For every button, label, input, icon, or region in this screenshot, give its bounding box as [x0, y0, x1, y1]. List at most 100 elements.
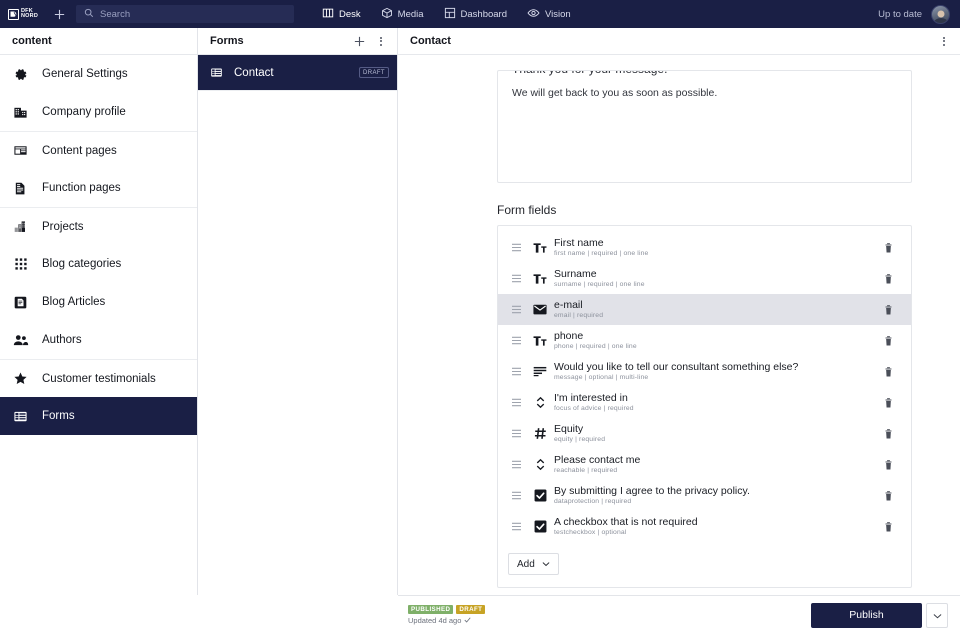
table-row[interactable]: A checkbox that is not required testchec…: [498, 511, 911, 542]
publish-button[interactable]: Publish: [811, 603, 922, 628]
kebab-menu-icon: [380, 37, 382, 46]
field-sublabel: reachable | required: [554, 466, 877, 475]
kebab-menu-icon: [943, 37, 945, 46]
checkbox-icon: [526, 489, 554, 502]
forms-icon: [12, 409, 29, 424]
delete-field-icon[interactable]: [877, 243, 899, 253]
field-sublabel: focus of advice | required: [554, 404, 877, 413]
tab-dashboard-label: Dashboard: [461, 9, 507, 20]
create-new-button[interactable]: [46, 0, 72, 28]
table-row[interactable]: By submitting I agree to the privacy pol…: [498, 480, 911, 511]
tab-dashboard[interactable]: Dashboard: [444, 0, 507, 28]
sidebar-item-blog-articles[interactable]: Blog Articles: [0, 283, 197, 321]
field-meta: By submitting I agree to the privacy pol…: [554, 485, 877, 506]
table-row[interactable]: Surname surname | required | one line: [498, 263, 911, 294]
list-item[interactable]: Contact DRAFT: [198, 55, 397, 90]
sidebar-item-customer-testimonials[interactable]: Customer testimonials: [0, 359, 197, 397]
sidebar-item-content-pages[interactable]: Content pages: [0, 131, 197, 169]
sidebar-item-forms[interactable]: Forms: [0, 397, 197, 435]
delete-field-icon[interactable]: [877, 460, 899, 470]
tab-media[interactable]: Media: [381, 0, 424, 28]
drag-handle-icon[interactable]: [506, 367, 526, 376]
intro-text-field[interactable]: Thank you for your message. We will get …: [497, 70, 912, 183]
add-field-button[interactable]: Add: [508, 553, 559, 575]
tab-desk[interactable]: Desk: [322, 0, 361, 28]
drag-handle-icon[interactable]: [506, 336, 526, 345]
search-icon: [84, 5, 94, 23]
sidebar-item-list: General Settings Company profile Content…: [0, 55, 197, 595]
delete-field-icon[interactable]: [877, 398, 899, 408]
table-row[interactable]: First name first name | required | one l…: [498, 232, 911, 263]
table-row[interactable]: I'm interested in focus of advice | requ…: [498, 387, 911, 418]
forms-pane-header: Forms: [198, 28, 397, 55]
last-updated-label: Updated 4d ago: [408, 616, 485, 625]
add-form-button[interactable]: [349, 31, 369, 51]
forms-pane-menu-button[interactable]: [371, 31, 391, 51]
sidebar-item-general-settings[interactable]: General Settings: [0, 55, 197, 93]
avatar[interactable]: [931, 5, 950, 24]
drag-handle-icon[interactable]: [506, 429, 526, 438]
intro-clipped-line: Thank you for your message.: [512, 70, 667, 76]
top-navigation-bar: DFK NORD Search Desk: [0, 0, 960, 28]
table-row[interactable]: Please contact me reachable | required: [498, 449, 911, 480]
table-row[interactable]: Would you like to tell our consultant so…: [498, 356, 911, 387]
sidebar-item-label: Blog Articles: [42, 296, 105, 308]
sidebar-item-label: Projects: [42, 221, 84, 233]
delete-field-icon[interactable]: [877, 274, 899, 284]
delete-field-icon[interactable]: [877, 491, 899, 501]
tab-vision[interactable]: Vision: [527, 0, 571, 28]
sidebar-item-projects[interactable]: Projects: [0, 207, 197, 245]
forms-list-pane: Forms Contact DRAFT: [198, 28, 398, 595]
sidebar-item-blog-categories[interactable]: Blog categories: [0, 245, 197, 283]
document-scroll-area[interactable]: Thank you for your message. We will get …: [398, 55, 960, 595]
drag-handle-icon[interactable]: [506, 305, 526, 314]
drag-handle-icon[interactable]: [506, 491, 526, 500]
sidebar-item-label: Authors: [42, 334, 82, 346]
delete-field-icon[interactable]: [877, 305, 899, 315]
top-nav-items: Desk Media Dashboard Vision: [322, 0, 571, 28]
top-bar-right: Up to date: [878, 5, 952, 24]
drag-handle-icon[interactable]: [506, 243, 526, 252]
delete-field-icon[interactable]: [877, 522, 899, 532]
search-placeholder: Search: [100, 9, 130, 20]
field-label: Would you like to tell our consultant so…: [554, 361, 877, 373]
field-meta: Equity equity | required: [554, 423, 877, 444]
delete-field-icon[interactable]: [877, 367, 899, 377]
intro-text: We will get back to you as soon as possi…: [512, 87, 897, 99]
drag-handle-icon[interactable]: [506, 460, 526, 469]
table-row[interactable]: e-mail email | required: [498, 294, 911, 325]
chevron-down-icon: [933, 606, 942, 624]
window-icon: [12, 143, 29, 158]
document-menu-button[interactable]: [934, 31, 954, 51]
box-icon: [381, 7, 393, 22]
field-label: phone: [554, 330, 877, 342]
sidebar-item-company-profile[interactable]: Company profile: [0, 93, 197, 131]
drag-handle-icon[interactable]: [506, 274, 526, 283]
text-type-icon: [526, 242, 554, 254]
delete-field-icon[interactable]: [877, 336, 899, 346]
drag-handle-icon[interactable]: [506, 398, 526, 407]
field-meta: A checkbox that is not required testchec…: [554, 516, 877, 537]
sidebar-item-function-pages[interactable]: Function pages: [0, 169, 197, 207]
status-badge-draft: DRAFT: [456, 605, 485, 615]
tab-vision-label: Vision: [545, 9, 571, 20]
field-meta: phone phone | required | one line: [554, 330, 877, 351]
sidebar-item-label: Blog categories: [42, 258, 121, 270]
sidebar-header: content: [0, 28, 197, 55]
search-input[interactable]: Search: [76, 5, 294, 23]
drag-handle-icon[interactable]: [506, 522, 526, 531]
publish-options-button[interactable]: [926, 603, 948, 628]
last-updated-text: Updated 4d ago: [408, 616, 461, 625]
field-sublabel: testcheckbox | optional: [554, 528, 877, 537]
page-title: Contact: [410, 35, 451, 47]
brand-logo[interactable]: DFK NORD: [0, 0, 46, 28]
field-label: Surname: [554, 268, 877, 280]
table-row[interactable]: phone phone | required | one line: [498, 325, 911, 356]
document-content: Thank you for your message. We will get …: [398, 70, 960, 588]
sidebar-item-authors[interactable]: Authors: [0, 321, 197, 359]
table-row[interactable]: Equity equity | required: [498, 418, 911, 449]
delete-field-icon[interactable]: [877, 429, 899, 439]
building-icon: [12, 105, 29, 120]
document-pane: Contact Thank you for your message. We w…: [398, 28, 960, 595]
list-item-title: Contact: [234, 67, 348, 79]
